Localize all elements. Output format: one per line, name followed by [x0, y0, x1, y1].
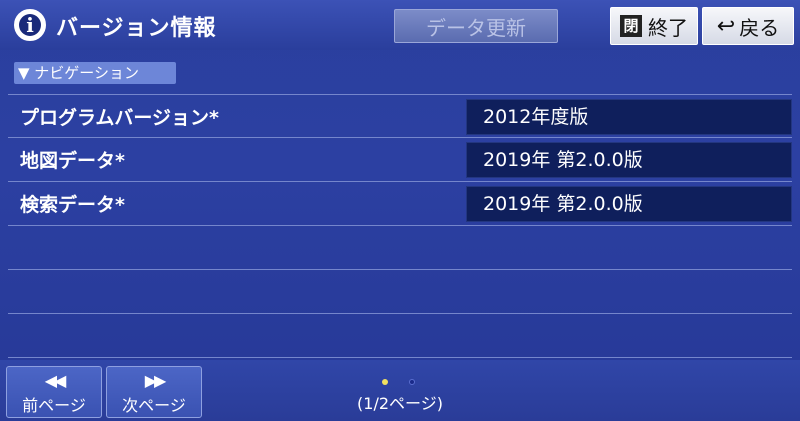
page-dot-active — [382, 379, 388, 385]
list-item-empty — [8, 226, 792, 270]
data-update-label: データ更新 — [426, 15, 526, 40]
row-value: 2012年度版 — [466, 99, 792, 135]
row-label: 地図データ* — [20, 150, 125, 172]
end-button[interactable]: 閉 終了 — [610, 7, 698, 45]
row-value: 2019年 第2.0.0版 — [466, 142, 792, 178]
page-dots — [382, 370, 431, 389]
version-list: プログラムバージョン* 2012年度版 地図データ* 2019年 第2.0.0版… — [8, 94, 792, 358]
end-label: 終了 — [648, 15, 688, 40]
back-button[interactable]: ↩ 戻る — [702, 7, 794, 45]
list-item-empty — [8, 270, 792, 314]
page-title: バージョン情報 — [56, 16, 217, 41]
row-value: 2019年 第2.0.0版 — [466, 186, 792, 222]
page-dot — [409, 379, 416, 385]
list-item: 地図データ* 2019年 第2.0.0版 — [8, 138, 792, 182]
info-icon: i — [14, 9, 46, 41]
version-info-screen: i バージョン情報 データ更新 閉 終了 ↩ 戻る ▼ ナビゲーション プログラ… — [0, 0, 800, 421]
list-item-empty — [8, 314, 792, 358]
back-label: 戻る — [739, 15, 780, 40]
data-update-button[interactable]: データ更新 — [394, 9, 558, 43]
header-bar: i バージョン情報 データ更新 閉 終了 ↩ 戻る — [0, 0, 800, 50]
list-item: プログラムバージョン* 2012年度版 — [8, 94, 792, 138]
section-tab-navigation[interactable]: ▼ ナビゲーション — [14, 62, 176, 84]
back-arrow-icon: ↩ — [716, 13, 736, 39]
footer-bar: ◀◀ 前ページ ▶▶ 次ページ (1/2ページ) — [0, 360, 800, 421]
rewind-icon: ◀◀ — [44, 371, 67, 390]
fast-forward-icon: ▶▶ — [144, 371, 167, 390]
close-icon: 閉 — [620, 15, 642, 37]
list-item: 検索データ* 2019年 第2.0.0版 — [8, 182, 792, 226]
row-label: 検索データ* — [20, 194, 125, 216]
page-indicator: (1/2ページ) — [357, 394, 443, 413]
row-label: プログラムバージョン* — [20, 107, 219, 129]
